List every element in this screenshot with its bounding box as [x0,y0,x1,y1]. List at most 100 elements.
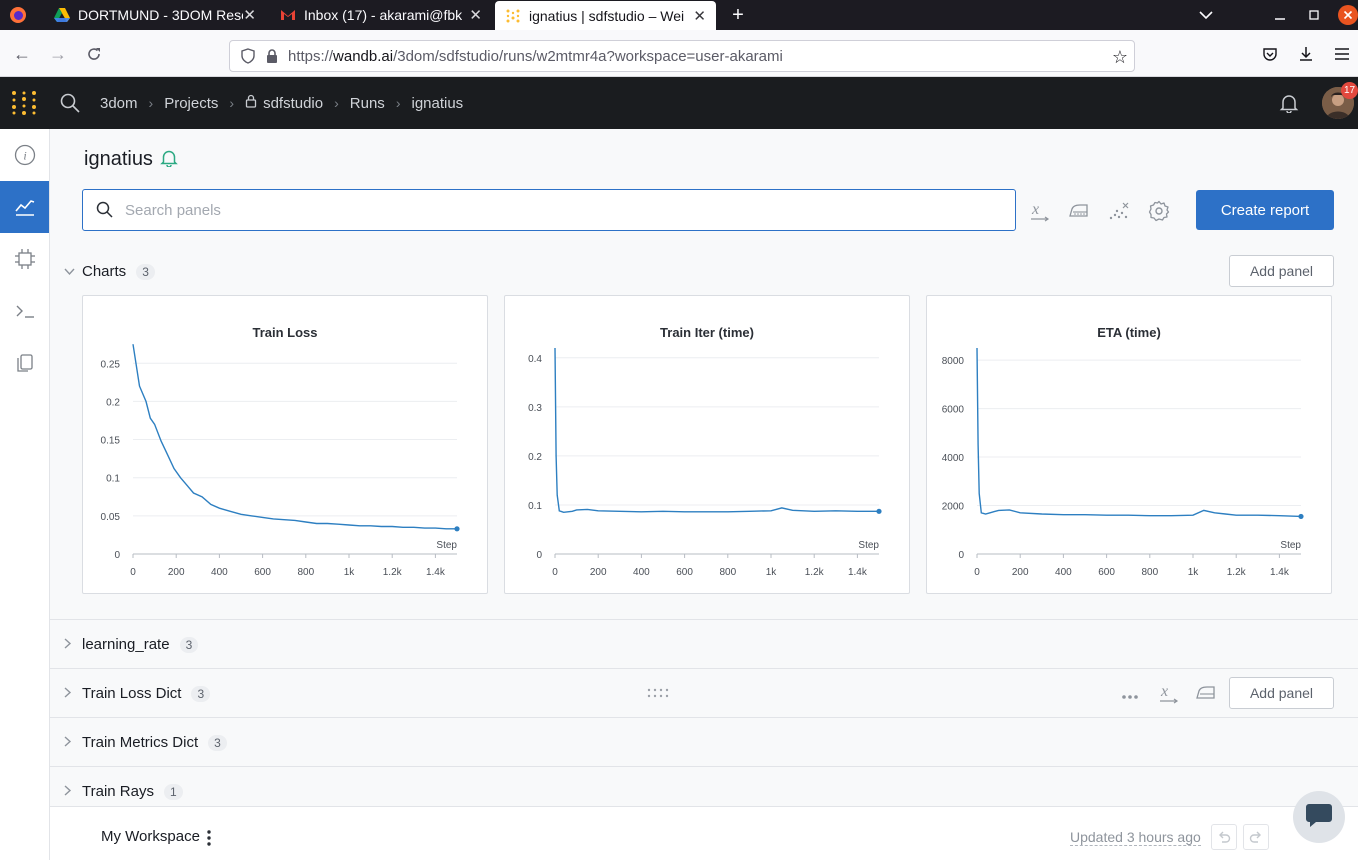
bell-icon[interactable] [1279,93,1299,118]
download-icon[interactable] [1294,42,1318,66]
chevron-right-icon[interactable] [64,686,72,701]
undo-icon[interactable] [1211,824,1237,850]
chevron-down-icon[interactable] [64,265,75,279]
series-line [976,347,1302,518]
gmail-icon [280,7,296,23]
search-panels-field[interactable] [82,189,1016,231]
window-close-icon[interactable] [1333,0,1358,30]
reload-icon[interactable] [82,42,106,66]
x-tick-label: 600 [1098,567,1115,578]
gear-icon[interactable] [1147,199,1171,223]
section-count-badge: 3 [208,735,227,751]
section-name: Train Rays 1 [82,783,183,800]
charts-icon[interactable] [0,181,49,233]
smoothing-iron-icon[interactable] [1195,682,1217,709]
breadcrumb-entity[interactable]: 3dom [100,95,138,112]
lock-icon[interactable] [265,48,279,68]
section-learning-rate[interactable]: learning_rate 3 [50,620,1358,669]
close-tab-icon[interactable]: ✕ [243,6,256,24]
smoothing-iron-icon[interactable] [1067,199,1091,223]
overview-info-icon[interactable]: i [0,129,49,181]
workspace-name[interactable]: My Workspace [101,828,200,845]
y-tick-label: 0.05 [101,512,121,523]
svg-text:x: x [1160,683,1168,700]
y-tick-label: 0 [114,550,120,561]
pocket-icon[interactable] [1258,42,1282,66]
y-tick-label: 6000 [942,405,965,416]
x-axis-settings-icon[interactable]: x [1028,199,1052,223]
drag-handle-icon[interactable] [647,685,671,703]
y-tick-label: 8000 [942,356,965,367]
forward-arrow-icon[interactable]: → [46,42,70,66]
files-icon[interactable] [0,337,49,389]
system-cpu-icon[interactable] [0,233,49,285]
search-icon[interactable] [60,93,80,118]
search-icon [96,201,113,223]
chart-panel-train-iter[interactable]: Train Iter (time) 0 0.1 0.2 0.3 0.4 0 200 400 60… [504,295,910,594]
x-axis-settings-icon[interactable]: x [1158,682,1180,709]
x-tick-label: 400 [633,567,650,578]
search-panels-input[interactable] [125,201,975,219]
breadcrumb-runs[interactable]: Runs [350,95,385,112]
workspace-menu-icon[interactable] [206,829,212,852]
breadcrumb-project[interactable]: sdfstudio [263,95,323,112]
breadcrumb-projects[interactable]: Projects [164,95,218,112]
workspace-footer: My Workspace Updated 3 hours ago [50,806,1358,860]
chevron-right-icon[interactable] [64,637,72,652]
eta-chart: 0 2000 4000 6000 8000 0 200 400 600 800 1k 1.2k 1.4k… [942,347,1304,578]
section-count-badge: 3 [191,686,211,702]
x-tick-label: 800 [1141,567,1158,578]
close-tab-icon[interactable]: ✕ [693,7,706,25]
x-tick-label: 600 [254,567,271,578]
section-count-badge: 3 [136,264,155,280]
x-tick-label: 200 [590,567,607,578]
x-tick-label: 0 [974,567,980,578]
wandb-logo-icon[interactable] [11,90,37,121]
logs-terminal-icon[interactable] [0,285,49,337]
add-panel-button[interactable]: Add panel [1229,255,1334,287]
chat-bubble-icon [1305,802,1333,833]
tab-inbox[interactable]: Inbox (17) - akarami@fbk ✕ [270,0,492,30]
notification-count-badge: 17 [1341,82,1358,99]
close-tab-icon[interactable]: ✕ [469,6,482,24]
chat-support-button[interactable] [1293,791,1345,843]
section-train-metrics-dict[interactable]: Train Metrics Dict 3 [50,718,1358,767]
outliers-scatter-icon[interactable] [1107,199,1131,223]
section-charts[interactable]: Charts 3 [50,247,1358,296]
add-panel-button[interactable]: Add panel [1229,677,1334,709]
x-tick-label: 1k [1188,567,1200,578]
chevron-right-icon[interactable] [64,784,72,799]
series-end-point [454,526,460,532]
run-alert-bell-icon[interactable] [160,149,178,173]
breadcrumb-run[interactable]: ignatius [411,95,463,112]
maximize-icon[interactable] [1299,0,1329,30]
y-tick-label: 0.2 [528,452,542,463]
minimize-icon[interactable] [1265,0,1295,30]
y-tick-label: 0 [958,550,964,561]
back-arrow-icon[interactable]: ← [10,42,34,66]
section-train-loss-dict[interactable]: Train Loss Dict 3 x [50,669,1358,718]
chart-panel-train-loss[interactable]: Train Loss 0 0.05 0.1 0.15 0.2 0.25 0 200 400 600… [82,295,488,594]
url-bar[interactable]: https://wandb.ai/3dom/sdfstudio/runs/w2m… [229,40,1135,72]
y-tick-label: 0.3 [528,403,542,414]
more-options-icon[interactable] [1121,687,1139,705]
section-name: Train Loss Dict 3 [82,685,211,702]
tab-ignatius[interactable]: ignatius | sdfstudio – Wei ✕ [495,1,716,30]
new-tab-icon[interactable]: + [723,0,753,30]
create-report-button[interactable]: Create report [1196,190,1334,230]
list-tabs-icon[interactable] [1191,0,1221,30]
train-iter-chart: 0 0.1 0.2 0.3 0.4 0 200 400 600 800 1k 1.2k 1.4k Step [528,347,882,578]
firefox-icon[interactable] [3,0,33,30]
hamburger-menu-icon[interactable] [1330,42,1354,66]
chart-panel-eta[interactable]: ETA (time) 0 2000 4000 6000 8000 0 200 400 600 80… [926,295,1332,594]
chevron-right-icon[interactable] [64,735,72,750]
x-tick-label: 200 [168,567,185,578]
workspace-main: ignatius x Create report Charts3 Add pan… [50,129,1358,806]
y-tick-label: 2000 [942,502,965,513]
bookmark-star-icon[interactable]: ☆ [1112,47,1128,68]
x-tick-label: 1.2k [383,567,403,578]
redo-icon[interactable] [1243,824,1269,850]
section-name: Charts 3 [82,263,155,280]
shield-icon[interactable] [240,48,256,68]
tab-dortmund[interactable]: DORTMUND - 3DOM Rese ✕ [44,0,266,30]
